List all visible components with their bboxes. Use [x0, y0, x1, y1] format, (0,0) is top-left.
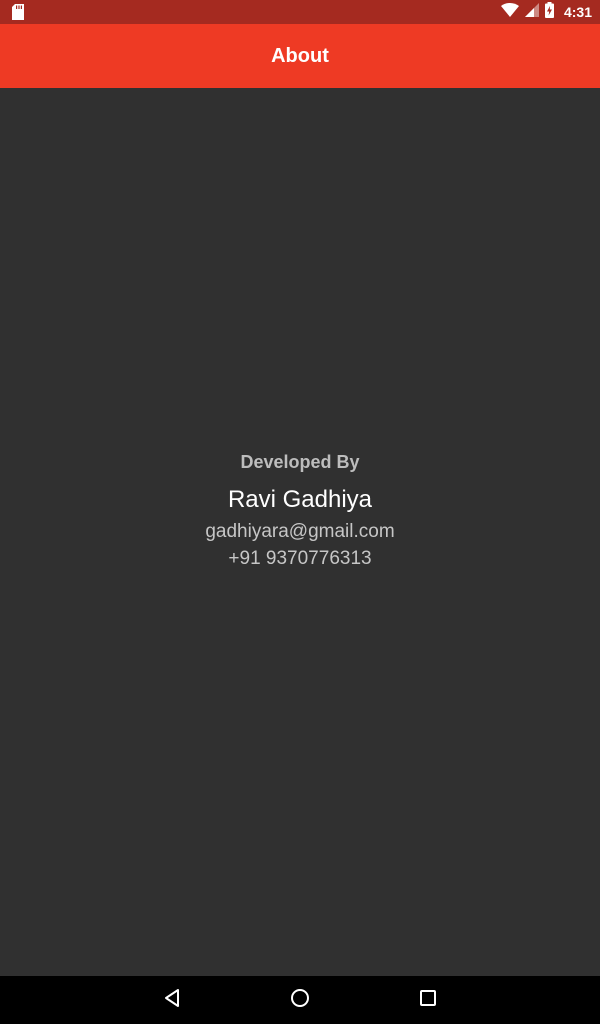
home-icon	[290, 988, 310, 1013]
recents-icon	[419, 989, 437, 1012]
recents-button[interactable]	[388, 976, 468, 1024]
status-time: 4:31	[563, 4, 592, 20]
sd-card-icon	[12, 4, 24, 20]
cell-signal-icon	[524, 2, 539, 22]
developed-by-heading: Developed By	[240, 452, 360, 472]
navigation-bar	[0, 976, 600, 1024]
back-icon	[163, 988, 181, 1013]
status-icons: 4:31	[500, 0, 592, 24]
wifi-icon	[500, 2, 519, 22]
developer-name: Ravi Gadhiya	[227, 486, 373, 513]
page-title: About	[271, 44, 329, 67]
developer-phone[interactable]: +91 9370776313	[0, 545, 600, 572]
developer-email[interactable]: gadhiyara@gmail.com	[0, 518, 600, 545]
back-button[interactable]	[132, 976, 212, 1024]
credits-block: Developed By Ravi Gadhiya gadhiyara@gmai…	[0, 448, 600, 572]
content-area: Developed By Ravi Gadhiya gadhiyara@gmai…	[0, 88, 600, 976]
battery-charging-icon	[544, 1, 554, 23]
app-bar: About	[0, 24, 600, 88]
about-screen: 4:31 About Developed By Ravi Gadhiya gad…	[0, 0, 600, 1024]
status-bar: 4:31	[0, 0, 600, 24]
home-button[interactable]	[260, 976, 340, 1024]
